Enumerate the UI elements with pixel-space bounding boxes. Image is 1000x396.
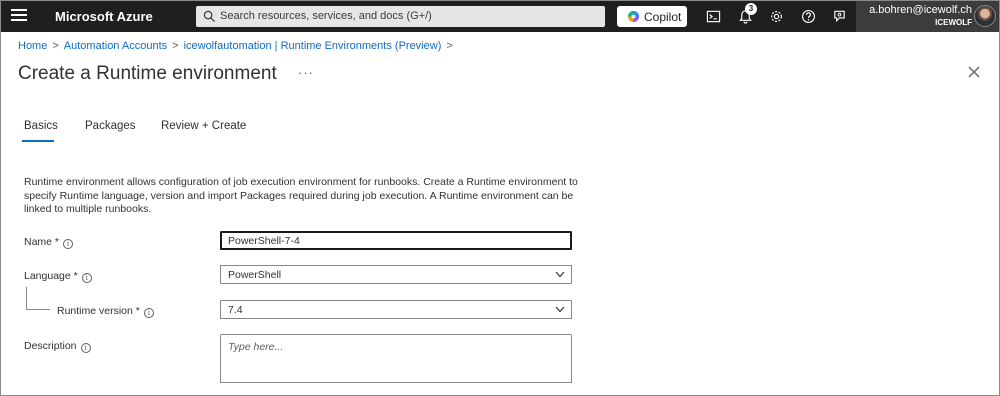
- copilot-icon: [627, 10, 640, 23]
- tree-connector: [26, 309, 50, 310]
- copilot-label: Copilot: [644, 10, 682, 24]
- top-bar: Microsoft Azure Search resources, servic…: [1, 1, 999, 32]
- name-label-text: Name *: [24, 236, 60, 248]
- language-dropdown[interactable]: PowerShell: [220, 265, 572, 284]
- info-icon[interactable]: i: [63, 239, 74, 249]
- chevron-down-icon: [555, 306, 565, 313]
- breadcrumb-separator: >: [172, 40, 179, 52]
- tab-basics[interactable]: Basics: [24, 120, 58, 132]
- cloud-shell-icon[interactable]: [706, 9, 721, 24]
- notification-badge: 3: [745, 3, 757, 15]
- menu-icon[interactable]: [11, 9, 27, 23]
- account-menu[interactable]: a.bohren@icewolf.ch ICEWOLF: [856, 1, 999, 32]
- breadcrumb-automation-accounts[interactable]: Automation Accounts: [64, 40, 167, 52]
- chevron-down-icon: [555, 271, 565, 278]
- info-icon[interactable]: i: [81, 273, 92, 283]
- name-input[interactable]: PowerShell-7-4: [220, 231, 572, 250]
- close-icon[interactable]: [968, 66, 980, 78]
- search-placeholder: Search resources, services, and docs (G+…: [220, 10, 432, 22]
- runtime-version-label: Runtime version * i: [57, 305, 154, 318]
- tree-connector: [26, 287, 27, 309]
- global-search-input[interactable]: Search resources, services, and docs (G+…: [196, 6, 605, 27]
- tab-review-create[interactable]: Review + Create: [161, 120, 246, 132]
- language-selected-value: PowerShell: [228, 269, 282, 281]
- search-icon: [203, 10, 216, 23]
- language-label-text: Language *: [24, 270, 78, 282]
- avatar[interactable]: [974, 5, 996, 27]
- feedback-icon[interactable]: [832, 9, 847, 24]
- page-title: Create a Runtime environment: [18, 63, 277, 84]
- description-textarea[interactable]: Type here...: [220, 334, 572, 383]
- language-label: Language * i: [24, 270, 92, 283]
- intro-text: Runtime environment allows configuration…: [24, 176, 578, 215]
- settings-icon[interactable]: [769, 9, 784, 24]
- help-icon[interactable]: [801, 9, 816, 24]
- runtime-version-selected-value: 7.4: [228, 304, 243, 316]
- breadcrumb-home[interactable]: Home: [18, 40, 47, 52]
- description-placeholder: Type here...: [228, 341, 284, 353]
- info-icon[interactable]: i: [143, 308, 154, 318]
- runtime-version-label-text: Runtime version *: [57, 305, 140, 317]
- breadcrumb-runtime-environments[interactable]: icewolfautomation | Runtime Environments…: [184, 40, 442, 52]
- account-email: a.bohren@icewolf.ch: [869, 4, 972, 16]
- description-label: Description i: [24, 340, 91, 353]
- description-label-text: Description: [24, 340, 77, 352]
- copilot-button[interactable]: Copilot: [617, 6, 687, 27]
- account-tenant: ICEWOLF: [935, 18, 972, 27]
- tab-packages[interactable]: Packages: [85, 120, 136, 132]
- breadcrumb-separator: >: [52, 40, 59, 52]
- runtime-version-dropdown[interactable]: 7.4: [220, 300, 572, 319]
- selected-tab-indicator: [22, 140, 54, 142]
- breadcrumb-separator: >: [446, 40, 453, 52]
- info-icon[interactable]: i: [80, 343, 91, 353]
- breadcrumb: Home > Automation Accounts > icewolfautomati…: [18, 40, 458, 52]
- portal-brand[interactable]: Microsoft Azure: [55, 9, 153, 24]
- more-options-button[interactable]: ···: [298, 65, 314, 80]
- name-label: Name * i: [24, 236, 74, 249]
